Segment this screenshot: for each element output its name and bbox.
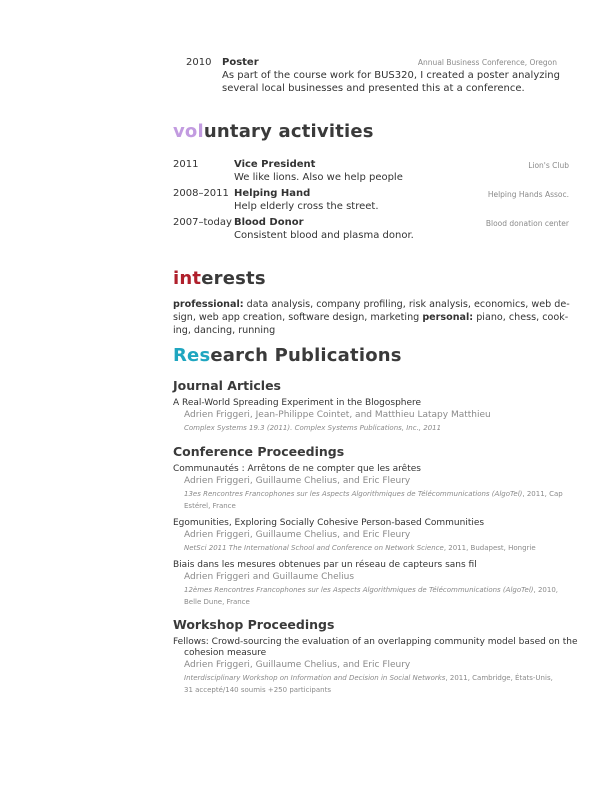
entry-title: Poster: [222, 57, 259, 68]
interests-paragraph: professional: data analysis, company pro…: [173, 298, 573, 337]
subsection-heading-workshop: Workshop Proceedings: [173, 617, 335, 632]
publication-authors: Adrien Friggeri, Guillaume Chelius, and …: [184, 476, 411, 486]
subsection-heading-journal: Journal Articles: [173, 378, 281, 393]
publication-title: Biais dans les mesures obtenues par un r…: [173, 560, 477, 570]
heading-accent: int: [173, 268, 202, 289]
publication-venue-line2: Estérel, France: [184, 502, 236, 510]
section-heading-voluntary: voluntary activities: [173, 121, 374, 142]
heading-rest: earch Publications: [210, 345, 402, 366]
venue-italic: 12èmes Rencontres Francophones sur les A…: [184, 586, 534, 594]
entry-org: Helping Hands Assoc.: [487, 190, 569, 199]
venue-italic: 13es Rencontres Francophones sur les Asp…: [184, 490, 523, 498]
professional-label: professional:: [173, 299, 244, 310]
section-heading-interests: interests: [173, 268, 266, 289]
heading-rest: untary activities: [203, 121, 374, 142]
publication-authors: Adrien Friggeri, Guillaume Chelius, and …: [184, 530, 411, 540]
entry-title: Helping Hand: [234, 188, 311, 199]
entry-desc-line2: several local businesses and presented t…: [222, 83, 525, 94]
heading-accent: Res: [173, 345, 211, 366]
subsection-heading-conference: Conference Proceedings: [173, 444, 345, 459]
entry-desc-line1: As part of the course work for BUS320, I…: [222, 70, 560, 81]
interests-line-1: professional: data analysis, company pro…: [173, 298, 573, 311]
interests-text: piano, chess, cook-: [473, 312, 569, 323]
interests-line-3: ing, dancing, running: [173, 325, 276, 336]
venue-plain: , 2010,: [533, 586, 559, 594]
interests-text: data analysis, company profiling, risk a…: [243, 299, 570, 310]
entry-year: 2008–2011: [173, 188, 229, 199]
entry-desc: Help elderly cross the street.: [234, 201, 379, 212]
entry-year: 2011: [173, 159, 199, 170]
personal-label: personal:: [422, 312, 474, 323]
entry-desc: Consistent blood and plasma donor.: [234, 230, 414, 241]
entry-year: 2010: [186, 57, 212, 68]
publication-title-line2: cohesion measure: [184, 648, 267, 658]
entry-org: Annual Business Conference, Oregon: [417, 58, 557, 67]
section-heading-research: Research Publications: [173, 345, 402, 366]
publication-authors: Adrien Friggeri, Guillaume Chelius, and …: [184, 660, 411, 670]
venue-italic: Interdisciplinary Workshop on Informatio…: [184, 674, 446, 682]
venue-plain: , 2011, Budapest, Hongrie: [443, 544, 536, 552]
entry-org: Lion's Club: [528, 161, 569, 170]
publication-venue-line2: 31 accepté/140 soumis +250 participants: [184, 686, 331, 694]
entry-org: Blood donation center: [485, 219, 569, 228]
entry-title: Vice President: [234, 159, 316, 170]
entry-title: Blood Donor: [234, 217, 304, 228]
venue-italic: NetSci 2011 The International School and…: [184, 544, 444, 552]
interests-text: sign, web app creation, software design,…: [173, 312, 423, 323]
publication-venue: Complex Systems 19.3 (2011). Complex Sys…: [184, 424, 442, 432]
publication-authors: Adrien Friggeri and Guillaume Chelius: [184, 572, 355, 582]
interests-line-2: sign, web app creation, software design,…: [173, 311, 573, 324]
publication-title: A Real-World Spreading Experiment in the…: [173, 398, 422, 408]
publication-venue: NetSci 2011 The International School and…: [184, 542, 536, 555]
entry-desc: We like lions. Also we help people: [234, 172, 403, 183]
publication-venue-line2: Belle Dune, France: [184, 598, 250, 606]
publication-title: Egomunities, Exploring Socially Cohesive…: [173, 518, 485, 528]
publication-title: Communautés : Arrêtons de ne compter que…: [173, 464, 421, 474]
heading-rest: erests: [201, 268, 266, 289]
publication-venue: 13es Rencontres Francophones sur les Asp…: [184, 488, 563, 501]
publication-title-line1: Fellows: Crowd-sourcing the evaluation o…: [173, 637, 578, 647]
entry-year: 2007–today: [173, 217, 232, 228]
heading-accent: vol: [173, 121, 204, 142]
publication-authors: Adrien Friggeri, Jean-Philippe Cointet, …: [184, 410, 491, 420]
venue-plain: , 2011, Cap: [522, 490, 563, 498]
venue-plain: , 2011, Cambridge, États-Unis,: [445, 674, 553, 682]
